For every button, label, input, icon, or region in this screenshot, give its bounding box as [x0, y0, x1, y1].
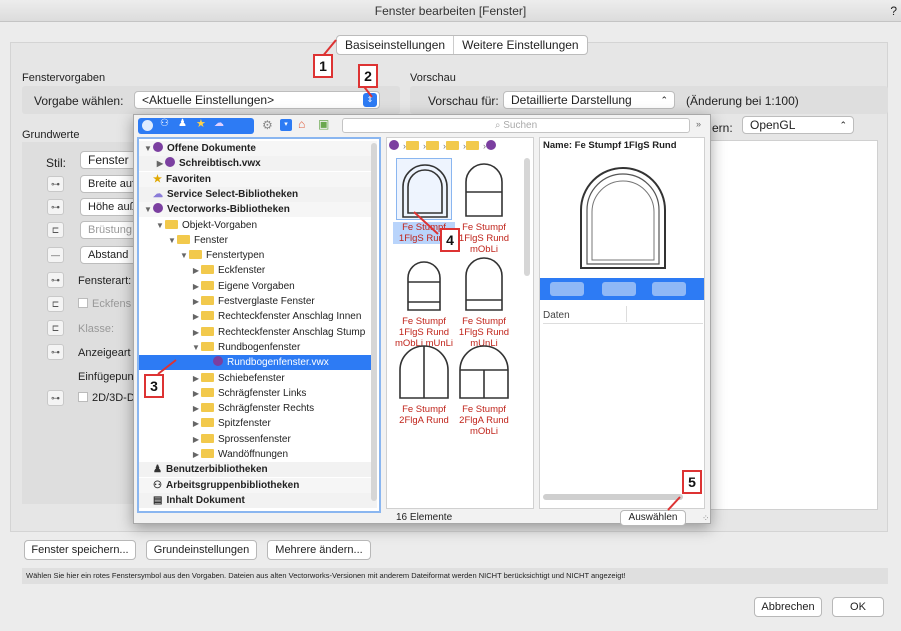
marker-4: 4 [440, 228, 460, 252]
marker-2: 2 [358, 64, 378, 88]
marker-5: 5 [682, 470, 702, 494]
marker-3: 3 [144, 374, 164, 398]
marker-1: 1 [313, 54, 333, 78]
annotation-lines [157, 39, 681, 511]
